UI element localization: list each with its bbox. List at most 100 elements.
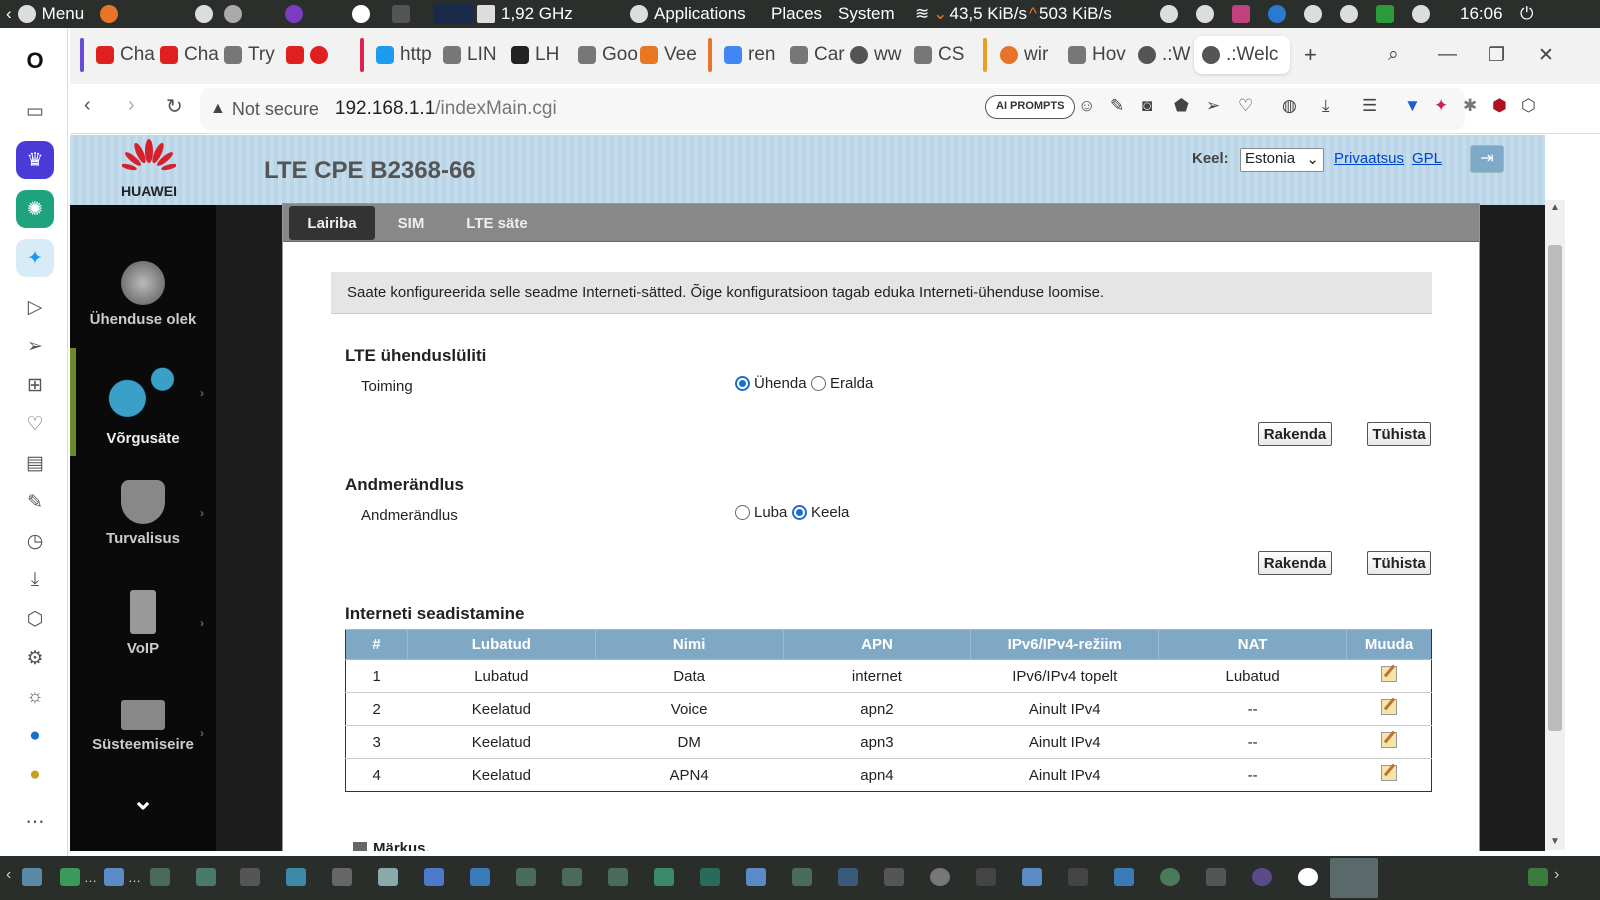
- radio-disconnect[interactable]: Eralda: [811, 375, 873, 392]
- privacy-link[interactable]: Privaatsus: [1334, 150, 1404, 167]
- font-launcher[interactable]: [195, 0, 219, 28]
- browser-tab[interactable]: .:W: [1130, 36, 1191, 74]
- radio-deny[interactable]: Keela: [792, 504, 849, 521]
- browser-tab[interactable]: Cha: [152, 36, 219, 74]
- bell-icon[interactable]: [1340, 5, 1358, 23]
- browser-tab[interactable]: Cha: [88, 36, 155, 74]
- apply-button[interactable]: Rakenda: [1258, 422, 1332, 446]
- maximize-button[interactable]: ❐: [1480, 36, 1505, 74]
- logout-button[interactable]: ⇥: [1470, 145, 1504, 173]
- taskbar-app-icon[interactable]: [470, 868, 490, 886]
- page-scrollbar[interactable]: ▲ ▼: [1545, 200, 1565, 850]
- settings-icon[interactable]: ⚙: [16, 639, 54, 677]
- show-desktop-icon[interactable]: [22, 868, 42, 886]
- chevron-right-icon[interactable]: ›: [1554, 866, 1574, 884]
- scroll-down-icon[interactable]: ▼: [1550, 836, 1560, 847]
- terminal-launcher[interactable]: [392, 0, 416, 28]
- nav-system-monitor[interactable]: Süsteemiseire ›: [70, 700, 216, 753]
- taskbar-active-window[interactable]: [1330, 858, 1378, 898]
- taskbar-app-icon[interactable]: [654, 868, 674, 886]
- browser-tab[interactable]: Car: [782, 36, 845, 74]
- wifi-tray-icon[interactable]: [1304, 5, 1322, 23]
- opera-logo-icon[interactable]: O: [16, 42, 54, 80]
- nav-security[interactable]: Turvalisus ›: [70, 480, 216, 547]
- browser-tab[interactable]: wir: [992, 36, 1048, 74]
- taskbar-opera-icon[interactable]: [1298, 868, 1318, 886]
- taskbar-app-icon[interactable]: [1022, 868, 1042, 886]
- browser-tab-active[interactable]: .:Welc: [1194, 36, 1290, 74]
- easy-setup-icon[interactable]: ☰: [1362, 96, 1377, 116]
- chrome-tray-icon[interactable]: [1268, 5, 1286, 23]
- firefox-launcher[interactable]: [100, 0, 124, 28]
- cube-icon[interactable]: ⬡: [16, 600, 54, 638]
- taskbar-app-icon[interactable]: [196, 868, 216, 886]
- tray-app-icon[interactable]: [1160, 5, 1178, 23]
- browser-tab[interactable]: Goo: [570, 36, 638, 74]
- browser-tab[interactable]: Hov: [1060, 36, 1126, 74]
- chevron-left-icon[interactable]: ‹: [6, 866, 16, 884]
- chatgpt-icon[interactable]: ✺: [16, 190, 54, 228]
- opera-launcher[interactable]: [352, 0, 376, 28]
- browser-tab[interactable]: ww: [842, 36, 901, 74]
- camera-icon[interactable]: ◙: [1142, 96, 1152, 116]
- bluetooth-icon[interactable]: [1196, 5, 1214, 23]
- taskbar-app-icon[interactable]: [884, 868, 904, 886]
- extension-icon[interactable]: ✦: [1434, 96, 1448, 116]
- profile-icon[interactable]: ◍: [1282, 96, 1297, 116]
- shield-check-icon[interactable]: ⬟: [1174, 96, 1189, 116]
- clock[interactable]: 16:06: [1460, 0, 1503, 28]
- url-field[interactable]: ▲ Not secure 192.168.1.1/indexMain.cgi: [200, 88, 1465, 130]
- taskbar-app-icon[interactable]: [1114, 868, 1134, 886]
- bulb-icon[interactable]: ☼: [16, 678, 54, 716]
- reload-button[interactable]: ↻: [166, 94, 183, 119]
- pen-icon[interactable]: ✎: [16, 483, 54, 521]
- browser-tab[interactable]: LIN: [435, 36, 497, 74]
- wallet-icon[interactable]: ●: [16, 756, 54, 794]
- cancel-button[interactable]: Tühista: [1367, 551, 1431, 575]
- browser-tab[interactable]: Try: [216, 36, 275, 74]
- taskbar-app-icon[interactable]: [1206, 868, 1226, 886]
- taskbar-app-icon[interactable]: [1160, 868, 1180, 886]
- taskbar-app-icon[interactable]: [104, 868, 124, 886]
- taskbar-app-icon[interactable]: [60, 868, 80, 886]
- edit-icon[interactable]: [1380, 699, 1397, 715]
- gear-launcher[interactable]: [224, 0, 248, 28]
- volume-icon[interactable]: [1412, 5, 1430, 23]
- taskbar-app-icon[interactable]: [240, 868, 260, 886]
- taskbar-app-icon[interactable]: [424, 868, 444, 886]
- minimize-button[interactable]: —: [1430, 36, 1457, 74]
- taskbar-app-icon[interactable]: [838, 868, 858, 886]
- more-icon[interactable]: ⋯: [16, 803, 54, 841]
- taskbar-app-icon[interactable]: [516, 868, 536, 886]
- system-menu[interactable]: System: [838, 0, 895, 28]
- twitter-icon[interactable]: ✦: [16, 239, 54, 277]
- battery-icon[interactable]: [1376, 5, 1394, 23]
- menu-button[interactable]: ‹ Menu: [6, 0, 84, 28]
- player-icon[interactable]: ▷: [16, 288, 54, 326]
- scroll-thumb[interactable]: [1548, 245, 1562, 731]
- edit-icon[interactable]: [1380, 666, 1397, 682]
- taskbar-app-icon[interactable]: [332, 868, 352, 886]
- search-tabs-button[interactable]: ⌕: [1380, 36, 1399, 74]
- taskbar-app-icon[interactable]: [1068, 868, 1088, 886]
- nav-connection-status[interactable]: Ühenduse olek: [70, 261, 216, 328]
- audio-app-icon[interactable]: [1232, 5, 1250, 23]
- taskbar-app-icon[interactable]: [286, 868, 306, 886]
- heart-icon[interactable]: ♡: [1238, 96, 1253, 116]
- extension-vpn-icon[interactable]: ▼: [1404, 96, 1421, 116]
- nav-network-settings[interactable]: Võrgusäte ›: [70, 360, 216, 447]
- taskbar-app-icon[interactable]: [746, 868, 766, 886]
- ai-prompts-button[interactable]: AI PROMPTS: [985, 95, 1076, 119]
- send-icon[interactable]: ➢: [16, 327, 54, 365]
- cube-extension-icon[interactable]: ⬡: [1521, 96, 1536, 116]
- emoji-icon[interactable]: ☺: [1078, 96, 1095, 116]
- taskbar-app-icon[interactable]: [930, 868, 950, 886]
- download-icon[interactable]: ⤓: [1322, 96, 1330, 116]
- puzzle-icon[interactable]: ✱: [1463, 96, 1477, 116]
- history-icon[interactable]: ◷: [16, 522, 54, 560]
- news-icon[interactable]: ▤: [16, 444, 54, 482]
- taskbar-app-icon[interactable]: [976, 868, 996, 886]
- browser-tab[interactable]: LH: [503, 36, 559, 74]
- browser-tab[interactable]: ren: [716, 36, 775, 74]
- taskbar-app-icon[interactable]: [150, 868, 170, 886]
